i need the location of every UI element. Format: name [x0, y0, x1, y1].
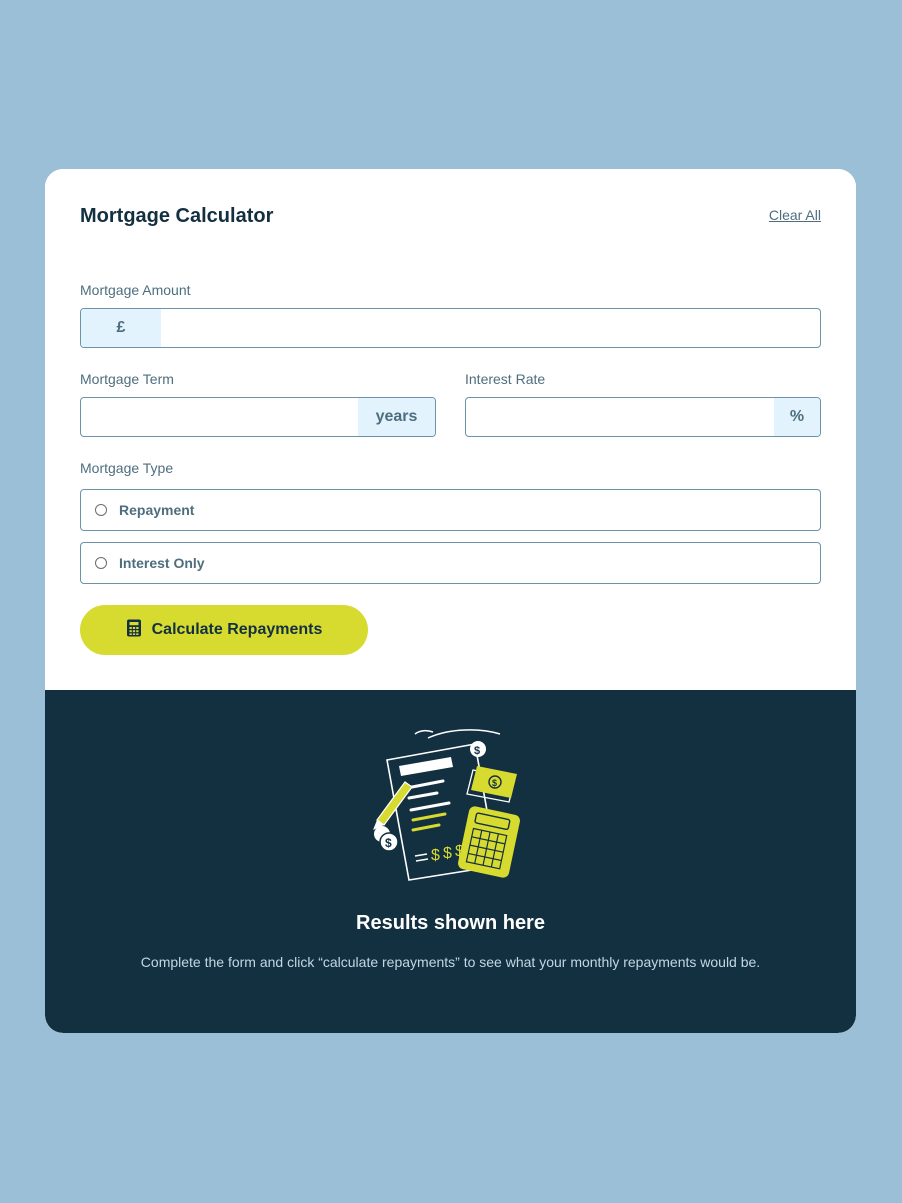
- svg-text:$: $: [474, 745, 480, 757]
- percent-suffix: %: [774, 398, 820, 436]
- mortgage-type-label: Mortgage Type: [80, 460, 174, 476]
- results-title: Results shown here: [356, 912, 545, 934]
- currency-prefix: £: [81, 309, 161, 347]
- svg-text:$: $: [443, 845, 452, 862]
- mortgage-term-label: Mortgage Term: [80, 371, 174, 387]
- calculate-button-label: Calculate Repayments: [151, 621, 323, 638]
- radio-button[interactable]: [95, 504, 107, 516]
- mortgage-amount-input[interactable]: [161, 309, 820, 347]
- mortgage-term-input[interactable]: [81, 398, 358, 436]
- radio-option-interest-only[interactable]: Interest Only: [80, 542, 821, 584]
- interest-rate-input[interactable]: [466, 398, 774, 436]
- calculator-icon: [126, 619, 142, 642]
- radio-label-interest-only: Interest Only: [119, 555, 205, 571]
- clear-all-link[interactable]: Clear All: [769, 207, 821, 223]
- calculate-repayments-button[interactable]: Calculate Repayments: [80, 605, 368, 655]
- mortgage-amount-label: Mortgage Amount: [80, 282, 191, 298]
- svg-text:$: $: [385, 836, 392, 850]
- svg-text:$: $: [492, 778, 497, 788]
- radio-label-repayment: Repayment: [119, 502, 195, 518]
- svg-text:$: $: [431, 847, 440, 864]
- interest-rate-label: Interest Rate: [465, 371, 546, 387]
- radio-option-repayment[interactable]: Repayment: [80, 489, 821, 531]
- radio-button[interactable]: [95, 557, 107, 569]
- years-suffix: years: [358, 398, 435, 436]
- mortgage-calculator-card: Mortgage Calculator Clear All Mortgage A…: [45, 169, 856, 1033]
- results-panel: $ $ $ $ $ $ Results shown here Complete …: [45, 690, 856, 1033]
- results-description: Complete the form and click “calculate r…: [140, 954, 761, 970]
- mortgage-term-field: years: [80, 397, 436, 437]
- interest-rate-field: %: [465, 397, 821, 437]
- form-panel: Mortgage Calculator Clear All Mortgage A…: [45, 169, 856, 690]
- page-title: Mortgage Calculator: [80, 205, 274, 227]
- empty-results-illustration: $ $ $ $ $ $: [365, 726, 535, 882]
- mortgage-amount-field: £: [80, 308, 821, 348]
